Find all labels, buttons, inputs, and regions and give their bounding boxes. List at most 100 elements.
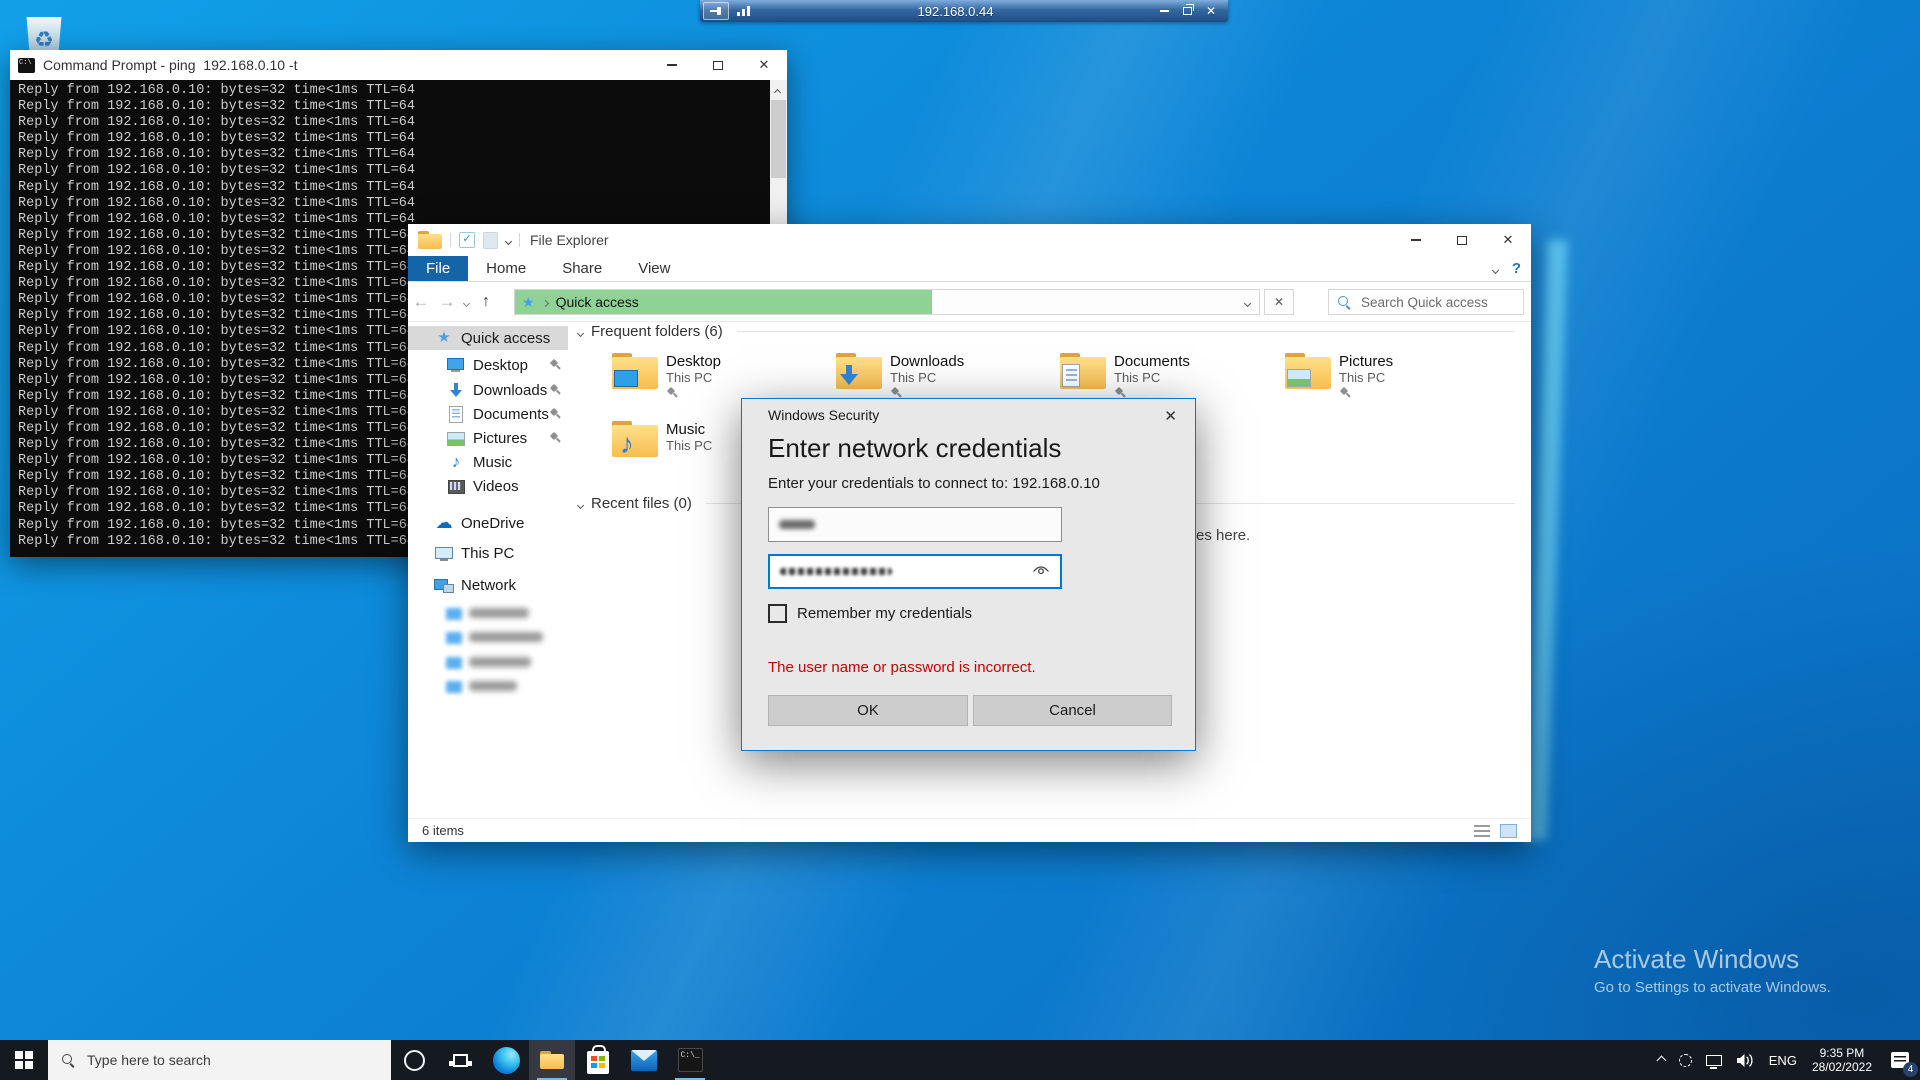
close-icon: ✕ [759, 57, 770, 73]
stop-refresh-button[interactable]: ✕ [1264, 289, 1294, 315]
tab-file[interactable]: File [408, 256, 468, 281]
folder-tile-pictures[interactable]: PicturesThis PC [1285, 353, 1497, 409]
picture-overlay-icon [1287, 369, 1311, 387]
details-view-icon[interactable] [1474, 825, 1490, 837]
action-center-button[interactable]: 4 [1880, 1040, 1920, 1080]
breadcrumb[interactable]: Quick access [556, 294, 639, 310]
minimize-icon[interactable] [1160, 10, 1169, 12]
password-field[interactable] [768, 554, 1062, 589]
tile-location: This PC [666, 438, 712, 454]
recycle-icon: ♻ [34, 29, 54, 51]
address-dropdown-button[interactable] [1245, 293, 1250, 311]
close-button[interactable]: ✕ [1485, 224, 1531, 256]
back-button[interactable]: ← [408, 292, 434, 312]
taskbar-store-button[interactable] [575, 1040, 621, 1080]
sidebar-item-label: Pictures [473, 430, 527, 447]
recent-locations-button[interactable] [464, 293, 469, 311]
start-button[interactable] [0, 1040, 48, 1080]
tab-home[interactable]: Home [468, 256, 544, 281]
new-folder-icon[interactable] [483, 232, 498, 249]
sidebar-item-desktop[interactable]: Desktop [408, 353, 568, 377]
recent-files-hint-fragment: es here. [1196, 527, 1250, 544]
frequent-folders-header[interactable]: Frequent folders (6) [578, 323, 1515, 340]
document-overlay-icon [1062, 364, 1080, 387]
volume-tray-button[interactable] [1729, 1040, 1762, 1080]
taskbar-search-input[interactable] [85, 1051, 365, 1069]
sidebar-item-network-computer[interactable] [408, 650, 568, 674]
cancel-button[interactable]: Cancel [973, 695, 1172, 726]
address-bar[interactable]: ★ Quick access [514, 289, 1260, 315]
forward-button[interactable]: → [434, 292, 460, 312]
taskbar-command-prompt-button[interactable]: C:\_ [667, 1040, 713, 1080]
taskbar-cortana-button[interactable] [391, 1040, 437, 1080]
computer-icon [446, 608, 462, 620]
sidebar-item-network[interactable]: Network [408, 573, 568, 597]
maximize-button[interactable] [1439, 224, 1485, 256]
scrollbar-thumb[interactable] [771, 100, 786, 178]
properties-icon[interactable]: ✓ [459, 232, 475, 248]
taskbar-file-explorer-button[interactable] [529, 1040, 575, 1080]
sidebar-item-network-computer[interactable] [408, 601, 568, 625]
taskbar-search-box[interactable] [48, 1040, 391, 1080]
minimize-button[interactable] [1393, 224, 1439, 256]
sidebar-item-this-pc[interactable]: This PC [408, 541, 568, 565]
explorer-title-bar[interactable]: ✓ File Explorer ✕ [408, 224, 1531, 256]
download-icon [446, 382, 466, 398]
search-input[interactable] [1359, 294, 1509, 311]
sidebar-item-network-computer[interactable] [408, 625, 568, 649]
close-icon[interactable]: ✕ [1206, 5, 1216, 17]
sidebar-item-videos[interactable]: Videos [408, 474, 568, 498]
taskbar-task-view-button[interactable] [437, 1040, 483, 1080]
dialog-close-button[interactable]: ✕ [1160, 405, 1181, 427]
tray-overflow-button[interactable] [1651, 1040, 1672, 1080]
ok-button[interactable]: OK [768, 695, 968, 726]
scroll-up-icon [774, 89, 781, 96]
command-prompt-icon: C:\_ [678, 1048, 703, 1072]
cmd-window-title: Command Prompt - ping 192.168.0.10 -t [43, 57, 297, 73]
remote-session-tray-button[interactable] [1672, 1040, 1699, 1080]
download-overlay-icon [838, 365, 860, 387]
tile-location: This PC [1114, 370, 1190, 386]
maximize-button[interactable] [695, 50, 741, 80]
taskbar-edge-button[interactable] [483, 1040, 529, 1080]
desktop: ♻ 192.168.0.44 ✕ C:\ Command Prompt - pi… [0, 0, 1920, 1080]
explorer-app-icon [418, 231, 442, 249]
sidebar-item-pictures[interactable]: Pictures [408, 426, 568, 450]
sidebar-item-network-computer[interactable] [408, 674, 568, 698]
large-icons-view-icon[interactable] [1500, 824, 1517, 838]
minimize-button[interactable] [649, 50, 695, 80]
tile-location: This PC [890, 370, 964, 386]
sidebar-item-label: Downloads [473, 382, 547, 399]
sidebar-item-quick-access[interactable]: ★Quick access [408, 326, 568, 350]
language-indicator[interactable]: ENG [1762, 1040, 1804, 1080]
restore-icon[interactable] [1183, 7, 1192, 15]
remember-credentials-option[interactable]: Remember my credentials [768, 604, 972, 623]
cortana-icon [404, 1050, 425, 1071]
cmd-title-bar[interactable]: C:\ Command Prompt - ping 192.168.0.10 -… [10, 50, 787, 80]
sidebar-item-downloads[interactable]: Downloads [408, 378, 568, 402]
tab-view[interactable]: View [620, 256, 688, 281]
pin-toolbar-button[interactable] [703, 2, 729, 20]
username-field[interactable] [768, 507, 1062, 542]
error-message: The user name or password is incorrect. [768, 659, 1036, 676]
password-reveal-button[interactable] [1032, 565, 1050, 578]
explorer-search-box[interactable] [1328, 289, 1524, 315]
cmd-line: Reply from 192.168.0.10: bytes=32 time<1… [18, 99, 779, 115]
sidebar-item-music[interactable]: ♪Music [408, 450, 568, 474]
sidebar-item-documents[interactable]: Documents [408, 402, 568, 426]
collapse-icon [577, 502, 584, 509]
network-tray-button[interactable] [1699, 1040, 1729, 1080]
remember-checkbox[interactable] [768, 604, 787, 623]
network-icon [1706, 1055, 1722, 1066]
customize-quick-access-button[interactable] [506, 231, 511, 249]
close-button[interactable]: ✕ [741, 50, 787, 80]
expand-ribbon-button[interactable] [1493, 260, 1498, 278]
taskbar-mail-button[interactable] [621, 1040, 667, 1080]
clock[interactable]: 9:35 PM 28/02/2022 [1804, 1040, 1880, 1080]
up-button[interactable]: ↑ [473, 293, 499, 311]
tab-share[interactable]: Share [544, 256, 620, 281]
mail-icon [631, 1050, 657, 1071]
sidebar-item-onedrive[interactable]: ☁OneDrive [408, 511, 568, 535]
help-icon[interactable]: ? [1512, 260, 1521, 277]
maximize-icon [713, 61, 723, 70]
